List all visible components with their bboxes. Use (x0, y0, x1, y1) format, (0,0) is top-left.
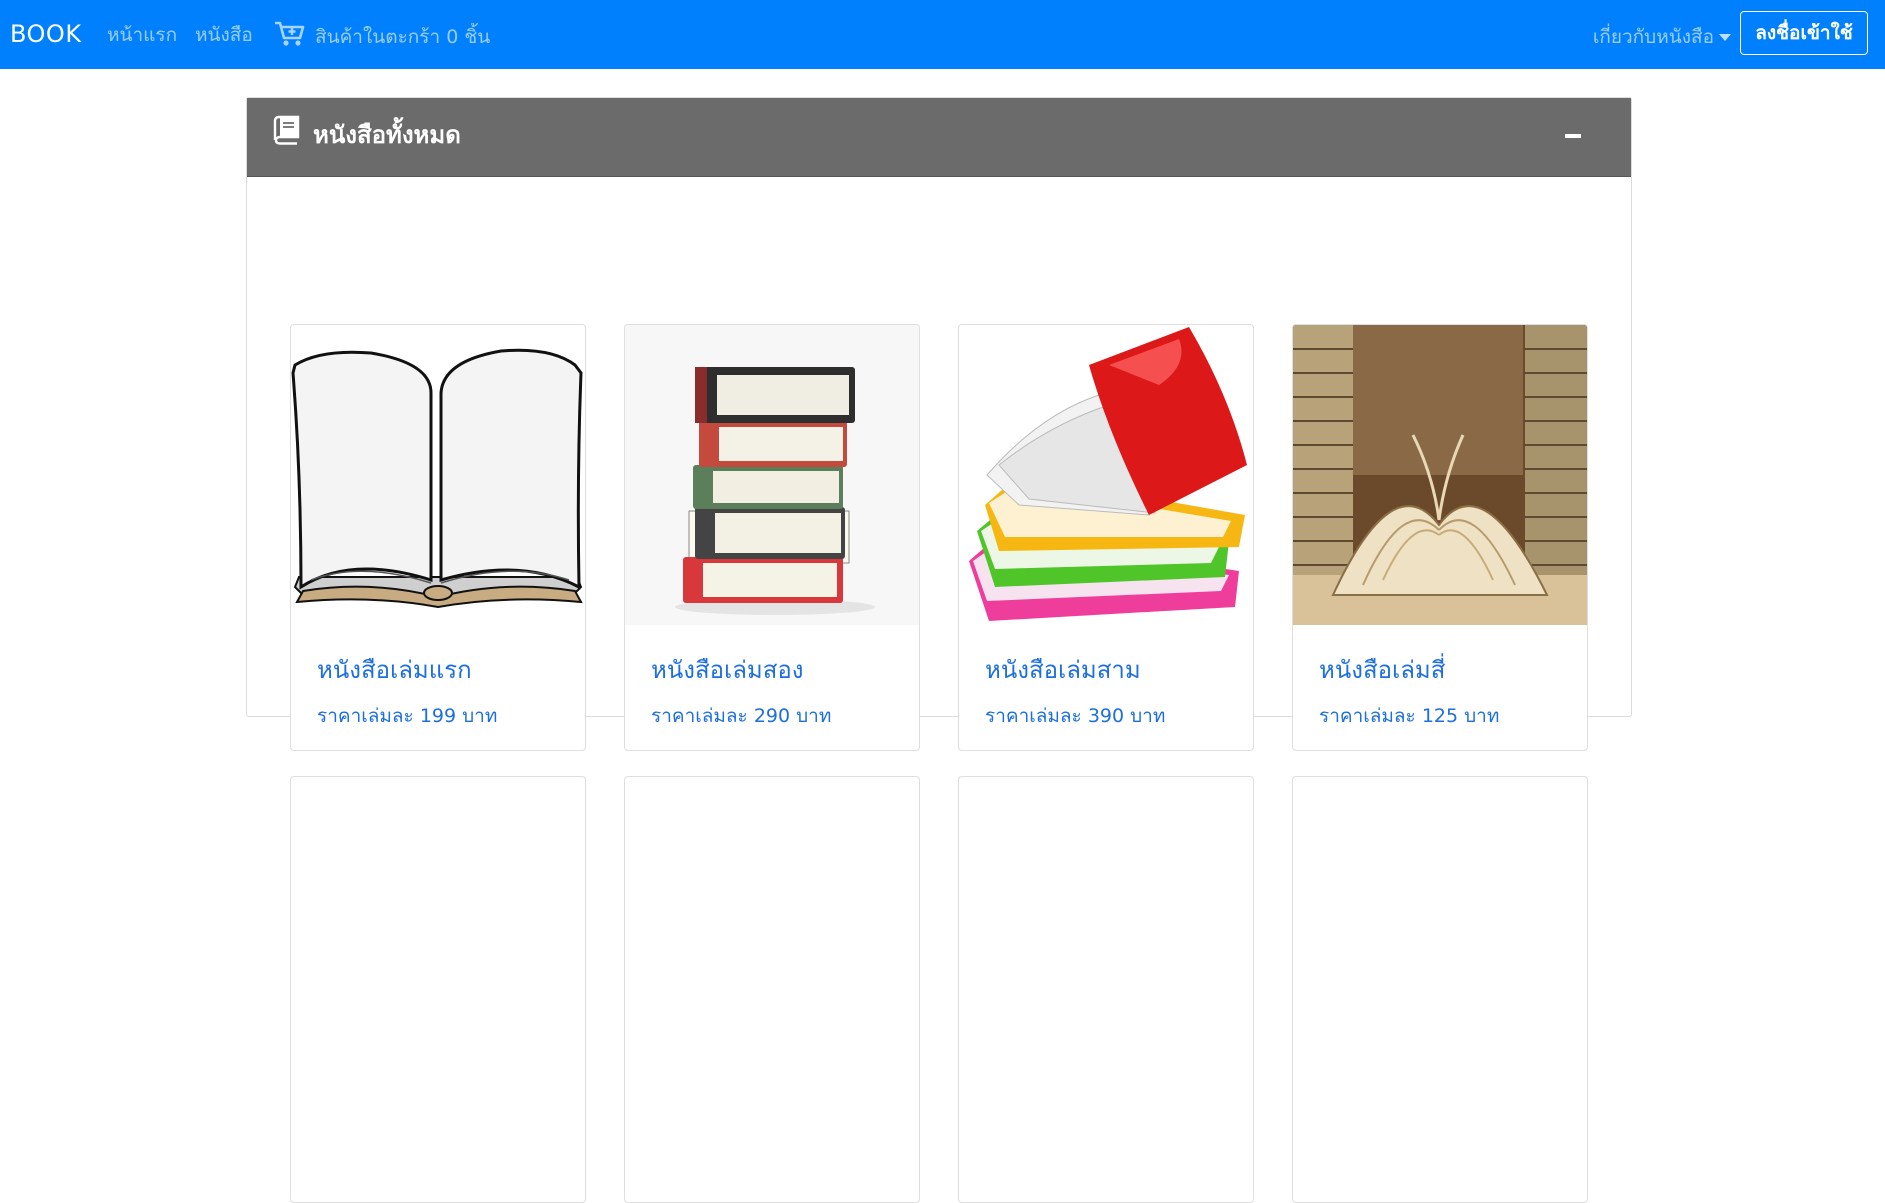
book-card-partial[interactable] (624, 776, 920, 1203)
price-label: ราคาเล่มละ (317, 705, 414, 727)
login-button[interactable]: ลงชื่อเข้าใช้ (1740, 11, 1868, 55)
price-value: 390 (1087, 705, 1125, 727)
book-image-open-blank-book (291, 325, 585, 625)
about-books-dropdown[interactable]: เกี่ยวกับหนังสือ (1593, 22, 1731, 52)
price-value: 199 (419, 705, 457, 727)
book-image-book-stack (625, 325, 919, 625)
book-card-partial[interactable] (958, 776, 1254, 1203)
book-card[interactable]: หนังสือเล่มแรก ราคาเล่มละ 199 บาท (290, 324, 586, 751)
brand-logo[interactable]: BOOK (10, 20, 82, 48)
caret-down-icon (1719, 34, 1731, 41)
book-price: ราคาเล่มละ 199 บาท (317, 701, 497, 731)
all-books-panel: หนังสือทั้งหมด หนังสือเล่มแรก ราคาเล่มละ… (246, 97, 1632, 1203)
panel-header: หนังสือทั้งหมด (247, 98, 1631, 177)
book-title[interactable]: หนังสือเล่มสาม (985, 650, 1141, 689)
price-value: 125 (1421, 705, 1459, 727)
nav-link-home[interactable]: หน้าแรก (107, 20, 177, 50)
price-label: ราคาเล่มละ (651, 705, 748, 727)
book-card[interactable]: หนังสือเล่มสี่ ราคาเล่มละ 125 บาท (1292, 324, 1588, 751)
book-image-library-open-book (1293, 325, 1587, 625)
price-value: 290 (753, 705, 791, 727)
book-card[interactable]: หนังสือเล่มสอง ราคาเล่มละ 290 บาท (624, 324, 920, 751)
minus-icon[interactable] (1565, 134, 1581, 138)
book-card[interactable]: หนังสือเล่มสาม ราคาเล่มละ 390 บาท (958, 324, 1254, 751)
price-unit: บาท (796, 705, 832, 727)
price-unit: บาท (1464, 705, 1500, 727)
about-books-dropdown-label: เกี่ยวกับหนังสือ (1592, 26, 1714, 48)
book-title[interactable]: หนังสือเล่มสี่ (1319, 650, 1445, 689)
top-navbar: BOOK หน้าแรก หนังสือ สินค้าในตะกร้า 0 ชิ… (0, 0, 1885, 69)
book-card-partial[interactable] (1292, 776, 1588, 1203)
price-label: ราคาเล่มละ (1319, 705, 1416, 727)
price-label: ราคาเล่มละ (985, 705, 1082, 727)
panel-title: หนังสือทั้งหมด (313, 121, 461, 149)
book-title[interactable]: หนังสือเล่มสอง (651, 650, 804, 689)
book-title[interactable]: หนังสือเล่มแรก (317, 650, 472, 689)
price-unit: บาท (462, 705, 498, 727)
nav-link-books[interactable]: หนังสือ (195, 20, 253, 50)
cart-plus-icon[interactable] (274, 20, 306, 48)
book-price: ราคาเล่มละ 290 บาท (651, 701, 831, 731)
book-icon (273, 115, 300, 145)
book-image-colorful-book-stack (959, 325, 1253, 625)
cart-link[interactable]: สินค้าในตะกร้า 0 ชิ้น (315, 22, 490, 52)
price-unit: บาท (1130, 705, 1166, 727)
book-price: ราคาเล่มละ 125 บาท (1319, 701, 1499, 731)
book-card-partial[interactable] (290, 776, 586, 1203)
book-price: ราคาเล่มละ 390 บาท (985, 701, 1165, 731)
